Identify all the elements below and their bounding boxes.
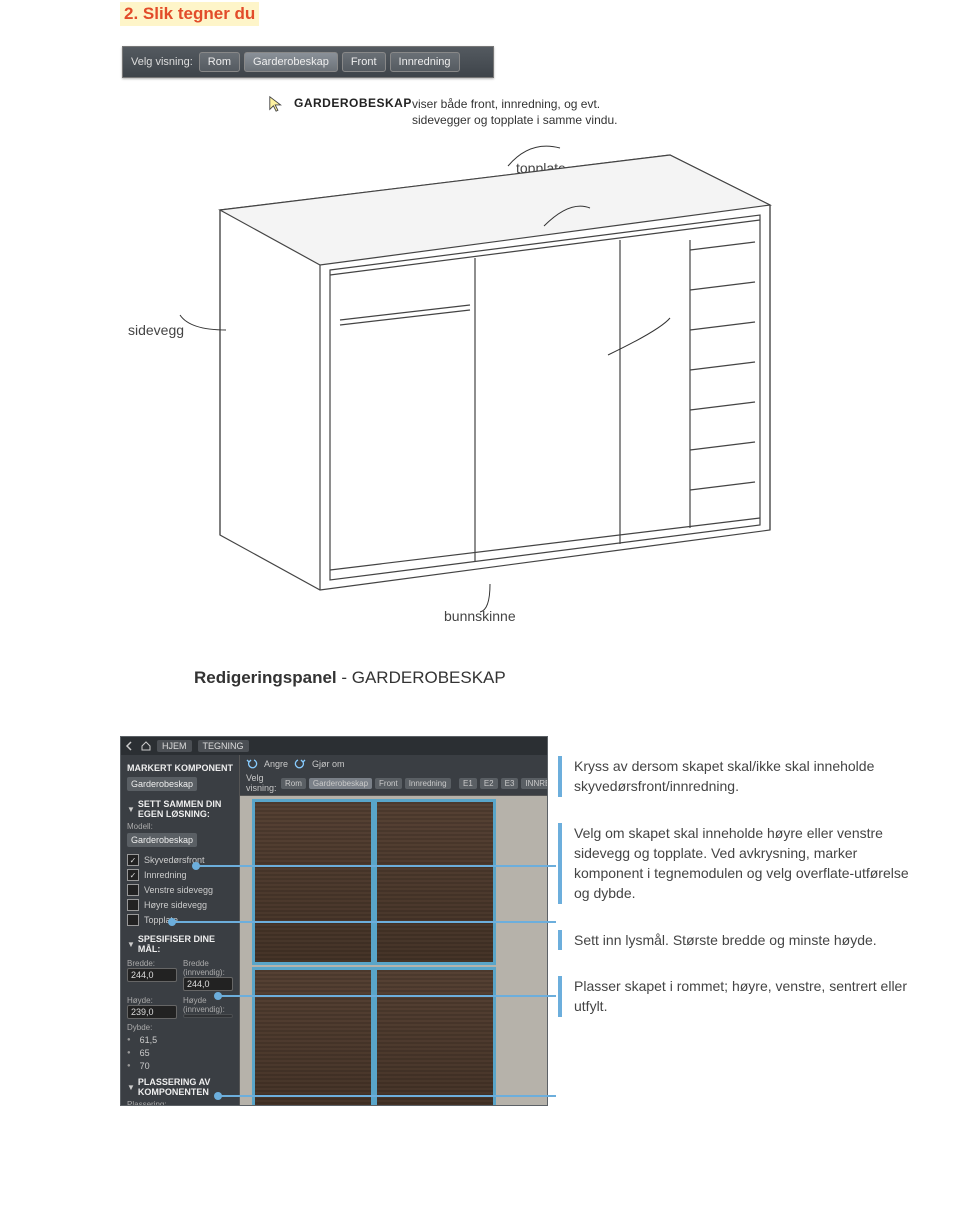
cursor-icon	[268, 95, 286, 113]
callout-3: Sett inn lysmål. Største bredde og minst…	[558, 930, 914, 950]
dybde-lbl: Dybde:	[127, 1023, 233, 1032]
garderobe-line1: viser både front, innredning, og evt.	[412, 97, 600, 111]
head-markert: MARKERT KOMPONENT	[127, 763, 233, 773]
check-topplate[interactable]: Topplate	[127, 914, 233, 926]
bredde-innv-lbl: Bredde (innvendig):	[183, 959, 233, 977]
cv-btn-rom[interactable]: Rom	[281, 778, 306, 789]
callout-2: Velg om skapet skal inneholde høyre elle…	[558, 823, 914, 904]
view-btn-rom[interactable]: Rom	[199, 52, 240, 72]
hoyde-innv-input	[183, 1014, 233, 1018]
redo-icon[interactable]	[294, 758, 306, 770]
editor-sidebar: MARKERT KOMPONENT Garderobeskap ▼SETT SA…	[121, 755, 240, 1105]
chip-modell[interactable]: Garderobeskap	[127, 833, 197, 847]
cv-innredn[interactable]: INNREDN	[521, 778, 548, 789]
room-e3[interactable]: E3	[501, 778, 519, 789]
garderobe-line2: sidevegger og topplate i samme vindu.	[412, 113, 617, 127]
hoyde-innv-lbl: Høyde (innvendig):	[183, 996, 233, 1014]
garderobe-label: GARDEROBESKAP	[294, 96, 412, 110]
dybde-opt-3[interactable]: 70	[127, 1061, 233, 1071]
redo-lbl: Gjør om	[312, 759, 345, 769]
modell-label: Modell:	[127, 822, 233, 831]
tab-hjem[interactable]: HJEM	[157, 740, 192, 752]
callouts: Kryss av dersom skapet skal/ikke skal in…	[558, 756, 914, 1043]
bredde-innv-input[interactable]: 244,0	[183, 977, 233, 991]
hoyde-lbl: Høyde:	[127, 996, 177, 1005]
tab-tegning[interactable]: TEGNING	[198, 740, 249, 752]
section2-title: Redigeringspanel - GARDEROBESKAP	[194, 668, 506, 688]
view-toolbar: Velg visning: Rom Garderobeskap Front In…	[122, 46, 494, 78]
garderobe-desc: viser både front, innredning, og evt. si…	[412, 96, 617, 128]
cv-btn-front[interactable]: Front	[375, 778, 402, 789]
wood-panel-2[interactable]	[374, 799, 496, 965]
callout-1: Kryss av dersom skapet skal/ikke skal in…	[558, 756, 914, 797]
hoyde-input[interactable]: 239,0	[127, 1005, 177, 1019]
undo-lbl: Angre	[264, 759, 288, 769]
canvas-velg-lbl: Velg visning:	[246, 773, 278, 793]
bredde-input[interactable]: 244,0	[127, 968, 177, 982]
connector-2	[172, 921, 556, 923]
check-innredning[interactable]: ✓Innredning	[127, 869, 233, 881]
canvas-toolbar: Angre Gjør om Velg visning: Rom Garderob…	[240, 755, 548, 796]
callout-4: Plasser skapet i rommet; høyre, venstre,…	[558, 976, 914, 1017]
wood-panel-3[interactable]	[252, 967, 374, 1106]
back-icon[interactable]	[125, 741, 135, 751]
connector-4	[218, 1095, 556, 1097]
check-hoyre[interactable]: Høyre sidevegg	[127, 899, 233, 911]
editor-canvas: Angre Gjør om Velg visning: Rom Garderob…	[240, 755, 548, 1105]
chip-markert[interactable]: Garderobeskap	[127, 777, 197, 791]
bredde-lbl: Bredde:	[127, 959, 177, 968]
head-sett: ▼SETT SAMMEN DIN EGEN LØSNING:	[127, 799, 233, 819]
view-btn-front[interactable]: Front	[342, 52, 386, 72]
connector-3	[218, 995, 556, 997]
cv-btn-innred[interactable]: Innredning	[405, 778, 451, 789]
connector-1	[196, 865, 556, 867]
room-e2[interactable]: E2	[480, 778, 498, 789]
view-btn-innredning[interactable]: Innredning	[390, 52, 460, 72]
section2-bold: Redigeringspanel	[194, 668, 337, 687]
undo-icon[interactable]	[246, 758, 258, 770]
view-btn-garderobeskap[interactable]: Garderobeskap	[244, 52, 338, 72]
head-spesifiser: ▼SPESIFISER DINE MÅL:	[127, 934, 233, 954]
editor-topbar: HJEM TEGNING	[121, 737, 547, 755]
wood-panel-1[interactable]	[252, 799, 374, 965]
dybde-opt-2[interactable]: 65	[127, 1048, 233, 1058]
dybde-opt-1[interactable]: 61,5	[127, 1035, 233, 1045]
wood-panel-4[interactable]	[374, 967, 496, 1106]
wardrobe-diagram	[130, 130, 800, 620]
cv-btn-gard[interactable]: Garderobeskap	[309, 778, 372, 789]
view-label: Velg visning:	[123, 56, 199, 68]
plassering-lbl: Plassering:	[127, 1100, 233, 1106]
page-title: 2. Slik tegner du	[120, 2, 259, 26]
check-venstre[interactable]: Venstre sidevegg	[127, 884, 233, 896]
section2-rest: - GARDEROBESKAP	[337, 668, 506, 687]
room-e1[interactable]: E1	[459, 778, 477, 789]
home-icon[interactable]	[141, 741, 151, 751]
